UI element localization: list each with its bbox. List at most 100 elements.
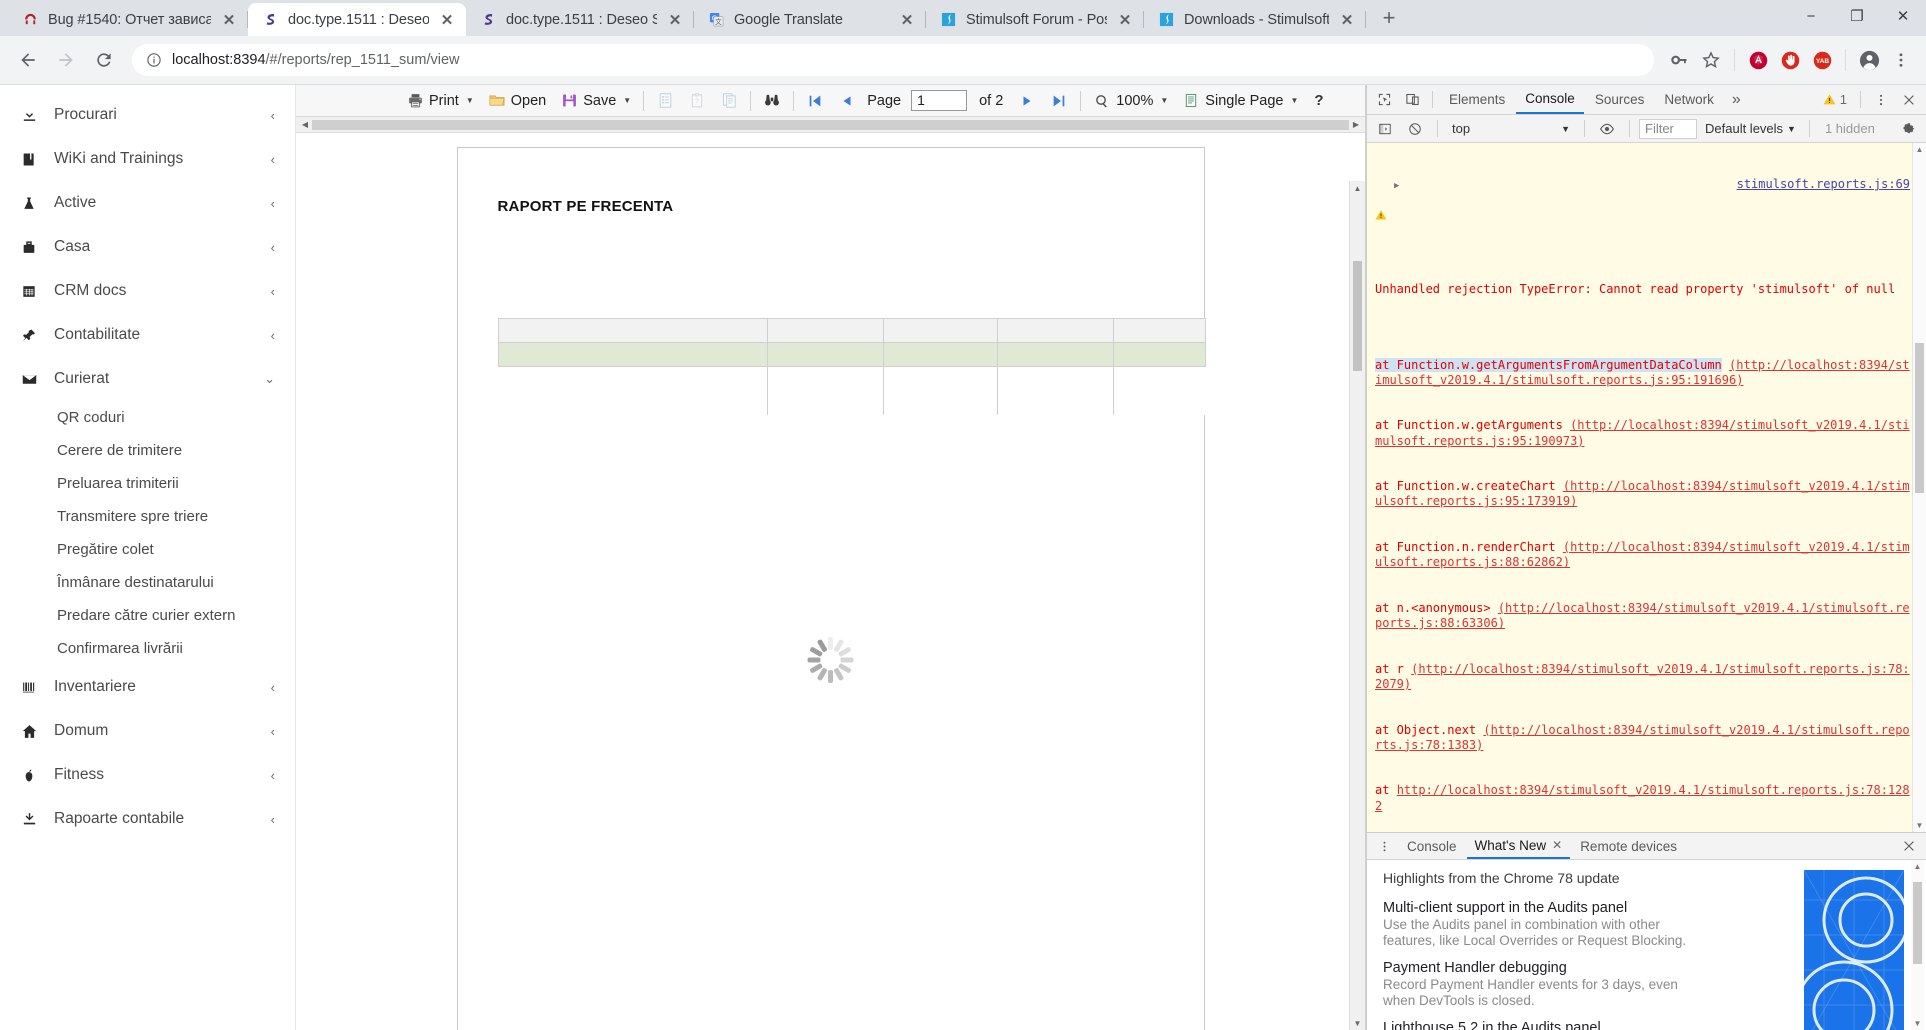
console-levels-select[interactable]: Default levels ▼: [1701, 121, 1800, 136]
sidebar-subitem-transmitere-spre-triere[interactable]: Transmitere spre triere: [0, 500, 295, 533]
open-button[interactable]: Open: [481, 87, 553, 114]
browser-tab-3[interactable]: G文 Google Translate ✕: [694, 3, 926, 36]
sidebar-subitem-confirmarea-livrarii[interactable]: Confirmarea livrării: [0, 632, 295, 665]
scroll-track[interactable]: [312, 120, 1349, 130]
scroll-thumb[interactable]: [1915, 343, 1924, 493]
sidebar-subitem-preluarea-trimiterii[interactable]: Preluarea trimiterii: [0, 467, 295, 500]
whats-new-scrollbar[interactable]: ▲ ▼: [1911, 860, 1924, 1030]
expand-arrow-icon[interactable]: ▶: [1394, 179, 1404, 194]
sidebar-item-crm-docs[interactable]: CRM docs ‹: [0, 269, 295, 313]
sidebar-item-domum[interactable]: Domum ‹: [0, 709, 295, 753]
window-minimize-button[interactable]: −: [1788, 0, 1834, 32]
print-button[interactable]: Print ▼: [399, 87, 481, 114]
chevron-down-icon[interactable]: ▼: [466, 96, 474, 105]
chevron-left-icon[interactable]: ‹: [271, 196, 275, 211]
console-output[interactable]: ▶ stimulsoft.reports.js:69 Unhandled rej…: [1367, 143, 1926, 832]
chevron-left-icon[interactable]: ‹: [271, 240, 275, 255]
close-icon[interactable]: ✕: [1116, 11, 1134, 29]
first-page-button[interactable]: [799, 87, 831, 114]
window-close-button[interactable]: ✕: [1880, 0, 1926, 32]
browser-tab-2[interactable]: doc.type.1511 : Deseo SRL ✕: [466, 3, 694, 36]
scroll-thumb[interactable]: [1913, 882, 1922, 964]
close-icon[interactable]: ✕: [1552, 838, 1562, 852]
view-mode-button[interactable]: Single Page ▼: [1175, 87, 1305, 114]
chevron-left-icon[interactable]: ‹: [271, 768, 275, 783]
close-icon[interactable]: ✕: [438, 11, 456, 29]
gear-icon[interactable]: [1895, 116, 1921, 142]
report-designer-button[interactable]: [649, 87, 681, 114]
next-page-button[interactable]: [1011, 87, 1043, 114]
chevron-left-icon[interactable]: ‹: [271, 812, 275, 827]
chevron-down-icon[interactable]: ▼: [1561, 124, 1570, 134]
save-button[interactable]: Save ▼: [553, 87, 638, 114]
console-filter-input[interactable]: Filter: [1639, 118, 1697, 139]
stack-url[interactable]: http://localhost:8394/stimulsoft_v2019.4…: [1375, 783, 1910, 812]
chevron-down-icon[interactable]: ▼: [1787, 124, 1796, 134]
scroll-up-arrow-icon[interactable]: ▲: [1913, 143, 1926, 156]
sidebar-item-wiki-and-trainings[interactable]: WiKi and Trainings ‹: [0, 137, 295, 181]
sidebar-subitem-qr-coduri[interactable]: QR coduri: [0, 401, 295, 434]
tab-console[interactable]: Console: [1516, 85, 1584, 114]
window-maximize-button[interactable]: ❐: [1834, 0, 1880, 32]
bookmark-star-icon[interactable]: [1696, 45, 1726, 75]
forward-button[interactable]: [48, 42, 84, 78]
scroll-down-arrow-icon[interactable]: ▼: [1350, 1016, 1365, 1030]
sidebar-item-active[interactable]: Active ‹: [0, 181, 295, 225]
stack-url[interactable]: (http://localhost:8394/stimulsoft_v2019.…: [1375, 662, 1910, 691]
page-number-input[interactable]: 1: [911, 90, 968, 111]
whats-new-item-title[interactable]: Multi-client support in the Audits panel: [1383, 900, 1713, 916]
last-page-button[interactable]: [1043, 87, 1075, 114]
console-scrollbar[interactable]: ▲ ▼: [1912, 143, 1926, 832]
zoom-button[interactable]: 100% ▼: [1086, 87, 1175, 114]
tab-sources[interactable]: Sources: [1586, 85, 1654, 114]
scroll-up-arrow-icon[interactable]: ▲: [1911, 860, 1924, 873]
three-dot-menu-icon[interactable]: [1371, 833, 1397, 859]
browser-tab-1[interactable]: doc.type.1511 : Deseo SRL ✕: [248, 3, 466, 36]
back-button[interactable]: [10, 42, 46, 78]
drawer-tab-whats-new[interactable]: What's New ✕: [1466, 833, 1571, 859]
angular-icon[interactable]: [1743, 45, 1773, 75]
reload-button[interactable]: [86, 42, 122, 78]
scroll-thumb[interactable]: [1353, 261, 1362, 371]
tab-overflow-button[interactable]: »: [1725, 85, 1748, 114]
help-button[interactable]: ?: [1305, 92, 1332, 109]
inspect-element-icon[interactable]: [1371, 87, 1397, 113]
scroll-up-arrow-icon[interactable]: ▲: [1350, 181, 1365, 195]
console-error-entry[interactable]: ▶ stimulsoft.reports.js:69 Unhandled rej…: [1367, 143, 1926, 832]
password-key-icon[interactable]: [1664, 45, 1694, 75]
report-horizontal-scrollbar[interactable]: ◀ ▶: [296, 117, 1365, 133]
browser-tab-4[interactable]: Stimulsoft Forum - Post a new ✕: [926, 3, 1144, 36]
whats-new-item-title[interactable]: Lighthouse 5.2 in the Audits panel: [1383, 1020, 1713, 1030]
drawer-tab-remote-devices[interactable]: Remote devices: [1572, 833, 1685, 859]
three-dot-menu-icon[interactable]: [1868, 87, 1894, 113]
browser-tab-0[interactable]: Bug #1540: Отчет зависает - ✕: [8, 3, 248, 36]
live-expression-icon[interactable]: [1594, 116, 1620, 142]
close-icon[interactable]: ✕: [666, 11, 684, 29]
chevron-left-icon[interactable]: ‹: [271, 724, 275, 739]
find-button[interactable]: [756, 87, 788, 114]
adblock-icon[interactable]: [1775, 45, 1805, 75]
chevron-down-icon[interactable]: ⌄: [264, 371, 275, 387]
sidebar-item-procurari[interactable]: Procurari ‹: [0, 93, 295, 137]
sidebar-item-rapoarte-contabile[interactable]: Rapoarte contabile ‹: [0, 797, 295, 841]
chevron-left-icon[interactable]: ‹: [271, 680, 275, 695]
page-info-icon[interactable]: [146, 52, 162, 68]
device-toolbar-icon[interactable]: [1399, 87, 1425, 113]
clipboard-button[interactable]: ?: [681, 87, 713, 114]
sidebar-subitem-pregatire-colet[interactable]: Pregătire colet: [0, 533, 295, 566]
chevron-down-icon[interactable]: ▼: [1291, 96, 1299, 105]
prev-page-button[interactable]: [831, 87, 863, 114]
three-dot-menu-icon[interactable]: [1886, 45, 1916, 75]
chevron-down-icon[interactable]: ▼: [1160, 96, 1168, 105]
scroll-right-arrow-icon[interactable]: ▶: [1349, 120, 1363, 129]
scroll-down-arrow-icon[interactable]: ▼: [1911, 1017, 1924, 1030]
chevron-left-icon[interactable]: ‹: [271, 152, 275, 167]
whats-new-item-title[interactable]: Payment Handler debugging: [1383, 960, 1713, 976]
close-icon[interactable]: [1896, 833, 1922, 859]
warning-counter[interactable]: 1: [1817, 92, 1853, 107]
console-context-select[interactable]: top ▼: [1447, 121, 1575, 136]
tab-elements[interactable]: Elements: [1440, 85, 1514, 114]
close-icon[interactable]: ✕: [220, 11, 238, 29]
chevron-left-icon[interactable]: ‹: [271, 328, 275, 343]
scroll-left-arrow-icon[interactable]: ◀: [298, 120, 312, 129]
